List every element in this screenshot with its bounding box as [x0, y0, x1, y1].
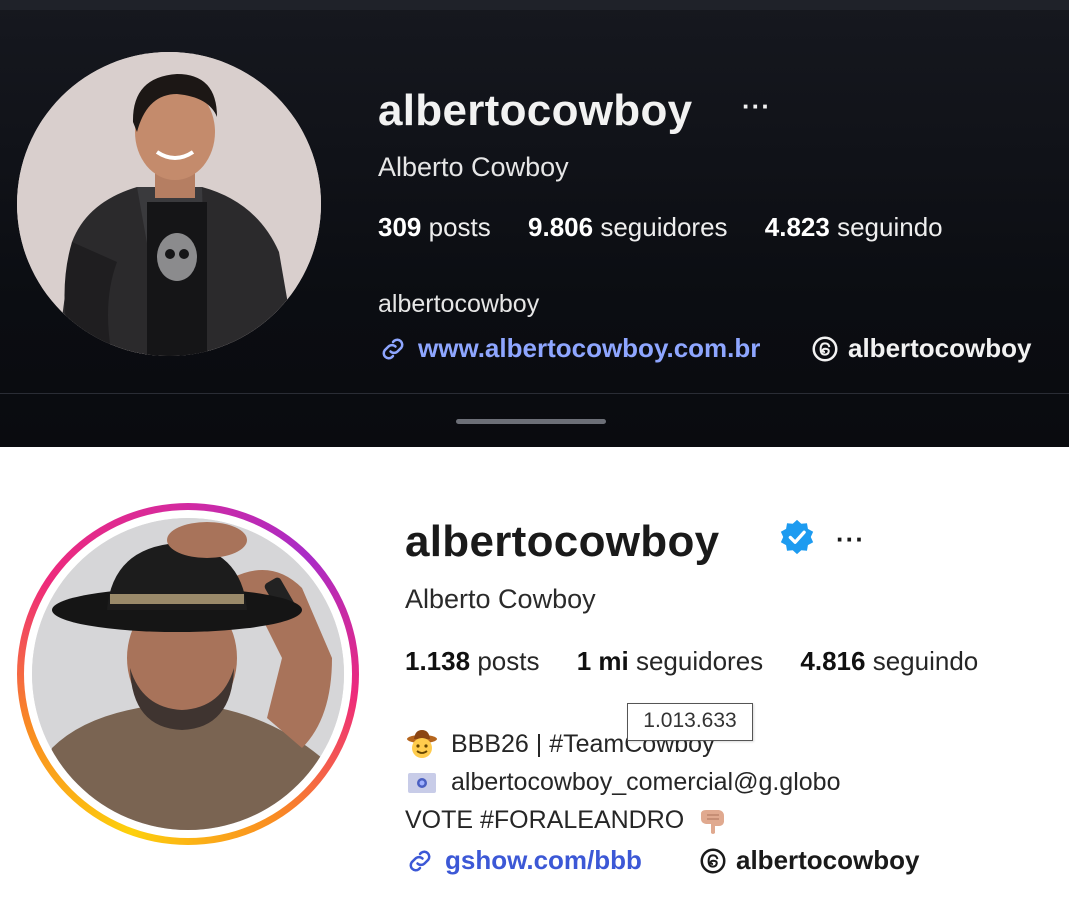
threads-profile-link[interactable]: albertocowboy	[810, 333, 1031, 364]
following-label: seguindo	[837, 212, 943, 242]
bio-line-email[interactable]: albertocowboy_comercial@g.globo	[405, 765, 840, 799]
posts-stat[interactable]: 309 posts	[378, 212, 491, 242]
followers-stat[interactable]: 9.806 seguidores	[528, 212, 728, 242]
followers-exact-tooltip: 1.013.633	[627, 703, 753, 741]
bio-line-text: albertocowboy_comercial@g.globo	[451, 767, 841, 796]
posts-count: 309	[378, 212, 422, 242]
profile-website-link[interactable]: www.albertocowboy.com.br	[378, 333, 760, 364]
website-link-text: www.albertocowboy.com.br	[418, 333, 761, 363]
drag-handle[interactable]	[456, 419, 606, 424]
profile-full-name: Alberto Cowboy	[378, 152, 569, 182]
followers-count: 1 mi	[576, 646, 629, 676]
following-label: seguindo	[872, 646, 979, 676]
followers-stat[interactable]: 1 mi seguidores	[577, 646, 763, 676]
following-stat[interactable]: 4.823 seguindo	[765, 212, 943, 242]
posts-stat[interactable]: 1.138 posts	[405, 646, 539, 676]
story-ring-gap	[24, 510, 352, 838]
threads-handle-text: albertocowboy	[848, 333, 1032, 363]
old-profile-panel: albertocowboy ··· Alberto Cowboy 309 pos…	[0, 0, 1069, 447]
panel-divider	[0, 393, 1069, 394]
profile-stats: 309 posts 9.806 seguidores 4.823 seguind…	[378, 212, 973, 243]
profile-avatar	[32, 518, 344, 830]
following-stat[interactable]: 4.816 seguindo	[800, 646, 978, 676]
id-card-emoji-icon	[405, 765, 439, 799]
pointing-down-emoji-icon	[696, 803, 730, 837]
following-count: 4.823	[764, 212, 830, 242]
link-icon	[409, 850, 431, 871]
followers-label: seguidores	[600, 212, 728, 242]
profile-bio: albertocowboy	[378, 290, 540, 318]
profile-website-link[interactable]: gshow.com/bbb	[405, 845, 642, 876]
threads-icon	[700, 848, 726, 873]
profile-stats: 1.138 posts 1 mi seguidores 4.816 seguin…	[405, 646, 1008, 677]
followers-label: seguidores	[635, 646, 764, 676]
website-link-text: gshow.com/bbb	[445, 845, 642, 875]
verified-badge-icon	[780, 519, 814, 555]
threads-handle-text: albertocowboy	[736, 845, 920, 875]
threads-profile-link[interactable]: albertocowboy	[698, 845, 919, 876]
bio-line-text: VOTE #FORALEANDRO	[405, 805, 685, 834]
posts-label: posts	[477, 646, 540, 676]
story-ring[interactable]	[17, 503, 359, 845]
link-icon	[382, 338, 404, 359]
avatar-photo-illustration	[17, 52, 321, 356]
profile-username: albertocowboy	[405, 517, 720, 566]
profile-full-name: Alberto Cowboy	[405, 584, 596, 614]
bio-line-vote: VOTE #FORALEANDRO	[405, 803, 730, 837]
more-options-button[interactable]: ···	[742, 91, 771, 122]
more-options-button[interactable]: ···	[836, 524, 865, 555]
followers-count: 9.806	[528, 212, 594, 242]
cowboy-emoji-icon	[405, 727, 439, 761]
threads-icon	[812, 336, 838, 361]
following-count: 4.816	[800, 646, 866, 676]
posts-count: 1.138	[405, 646, 471, 676]
profile-avatar[interactable]	[17, 52, 321, 356]
avatar-photo-illustration	[32, 518, 344, 830]
window-top-strip	[0, 0, 1069, 10]
profile-username: albertocowboy	[378, 86, 693, 135]
posts-label: posts	[428, 212, 491, 242]
